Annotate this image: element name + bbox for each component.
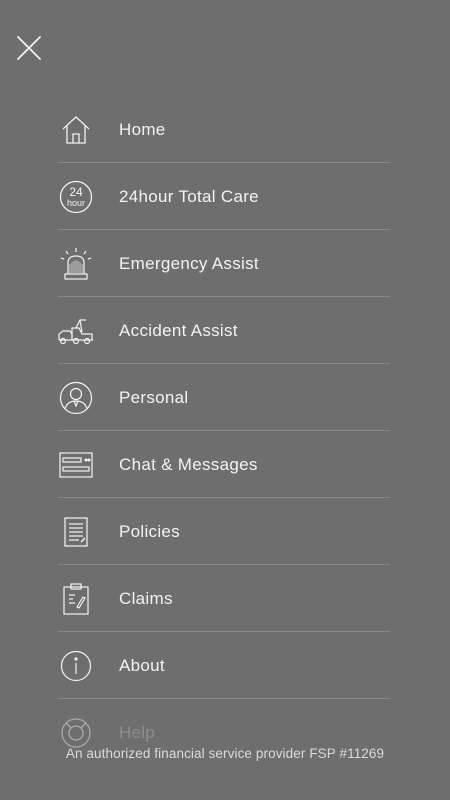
menu-label-24hour-total-care: 24hour Total Care bbox=[119, 187, 259, 206]
menu-item-claims[interactable]: Claims bbox=[58, 565, 390, 632]
menu-item-personal[interactable]: Personal bbox=[58, 364, 390, 431]
menu-item-home[interactable]: Home bbox=[58, 96, 390, 163]
menu-label-home: Home bbox=[119, 120, 166, 139]
menu-item-about[interactable]: About bbox=[58, 632, 390, 699]
document-icon bbox=[58, 515, 94, 549]
menu-label-chat-messages: Chat & Messages bbox=[119, 455, 258, 474]
24hour-icon: 24 hour bbox=[58, 180, 94, 214]
menu-item-emergency-assist[interactable]: Emergency Assist bbox=[58, 230, 390, 297]
close-button[interactable] bbox=[14, 33, 44, 63]
menu-label-personal: Personal bbox=[119, 388, 189, 407]
home-icon bbox=[58, 113, 94, 147]
close-icon bbox=[17, 36, 41, 60]
fsp-disclaimer: An authorized financial service provider… bbox=[65, 746, 385, 761]
info-icon bbox=[58, 649, 94, 683]
menu-label-policies: Policies bbox=[119, 522, 180, 541]
navigation-drawer: Home 24 hour 24hour Total Care Emergency… bbox=[0, 0, 450, 800]
menu-item-policies[interactable]: Policies bbox=[58, 498, 390, 565]
chat-icon bbox=[58, 448, 94, 482]
person-icon bbox=[58, 381, 94, 415]
tow-truck-icon bbox=[58, 314, 94, 348]
menu-label-about: About bbox=[119, 656, 165, 675]
siren-icon bbox=[58, 247, 94, 281]
menu-item-24hour-total-care[interactable]: 24 hour 24hour Total Care bbox=[58, 163, 390, 230]
menu-label-help: Help bbox=[119, 723, 156, 742]
menu-label-accident-assist: Accident Assist bbox=[119, 321, 238, 340]
main-menu: Home 24 hour 24hour Total Care Emergency… bbox=[58, 96, 390, 766]
lifebuoy-icon bbox=[58, 716, 94, 750]
menu-item-chat-messages[interactable]: Chat & Messages bbox=[58, 431, 390, 498]
24hour-icon-top-text: 24 bbox=[69, 185, 83, 199]
menu-item-accident-assist[interactable]: Accident Assist bbox=[58, 297, 390, 364]
24hour-icon-bottom-text: hour bbox=[67, 198, 85, 208]
clipboard-icon bbox=[58, 582, 94, 616]
menu-label-claims: Claims bbox=[119, 589, 173, 608]
menu-label-emergency-assist: Emergency Assist bbox=[119, 254, 259, 273]
